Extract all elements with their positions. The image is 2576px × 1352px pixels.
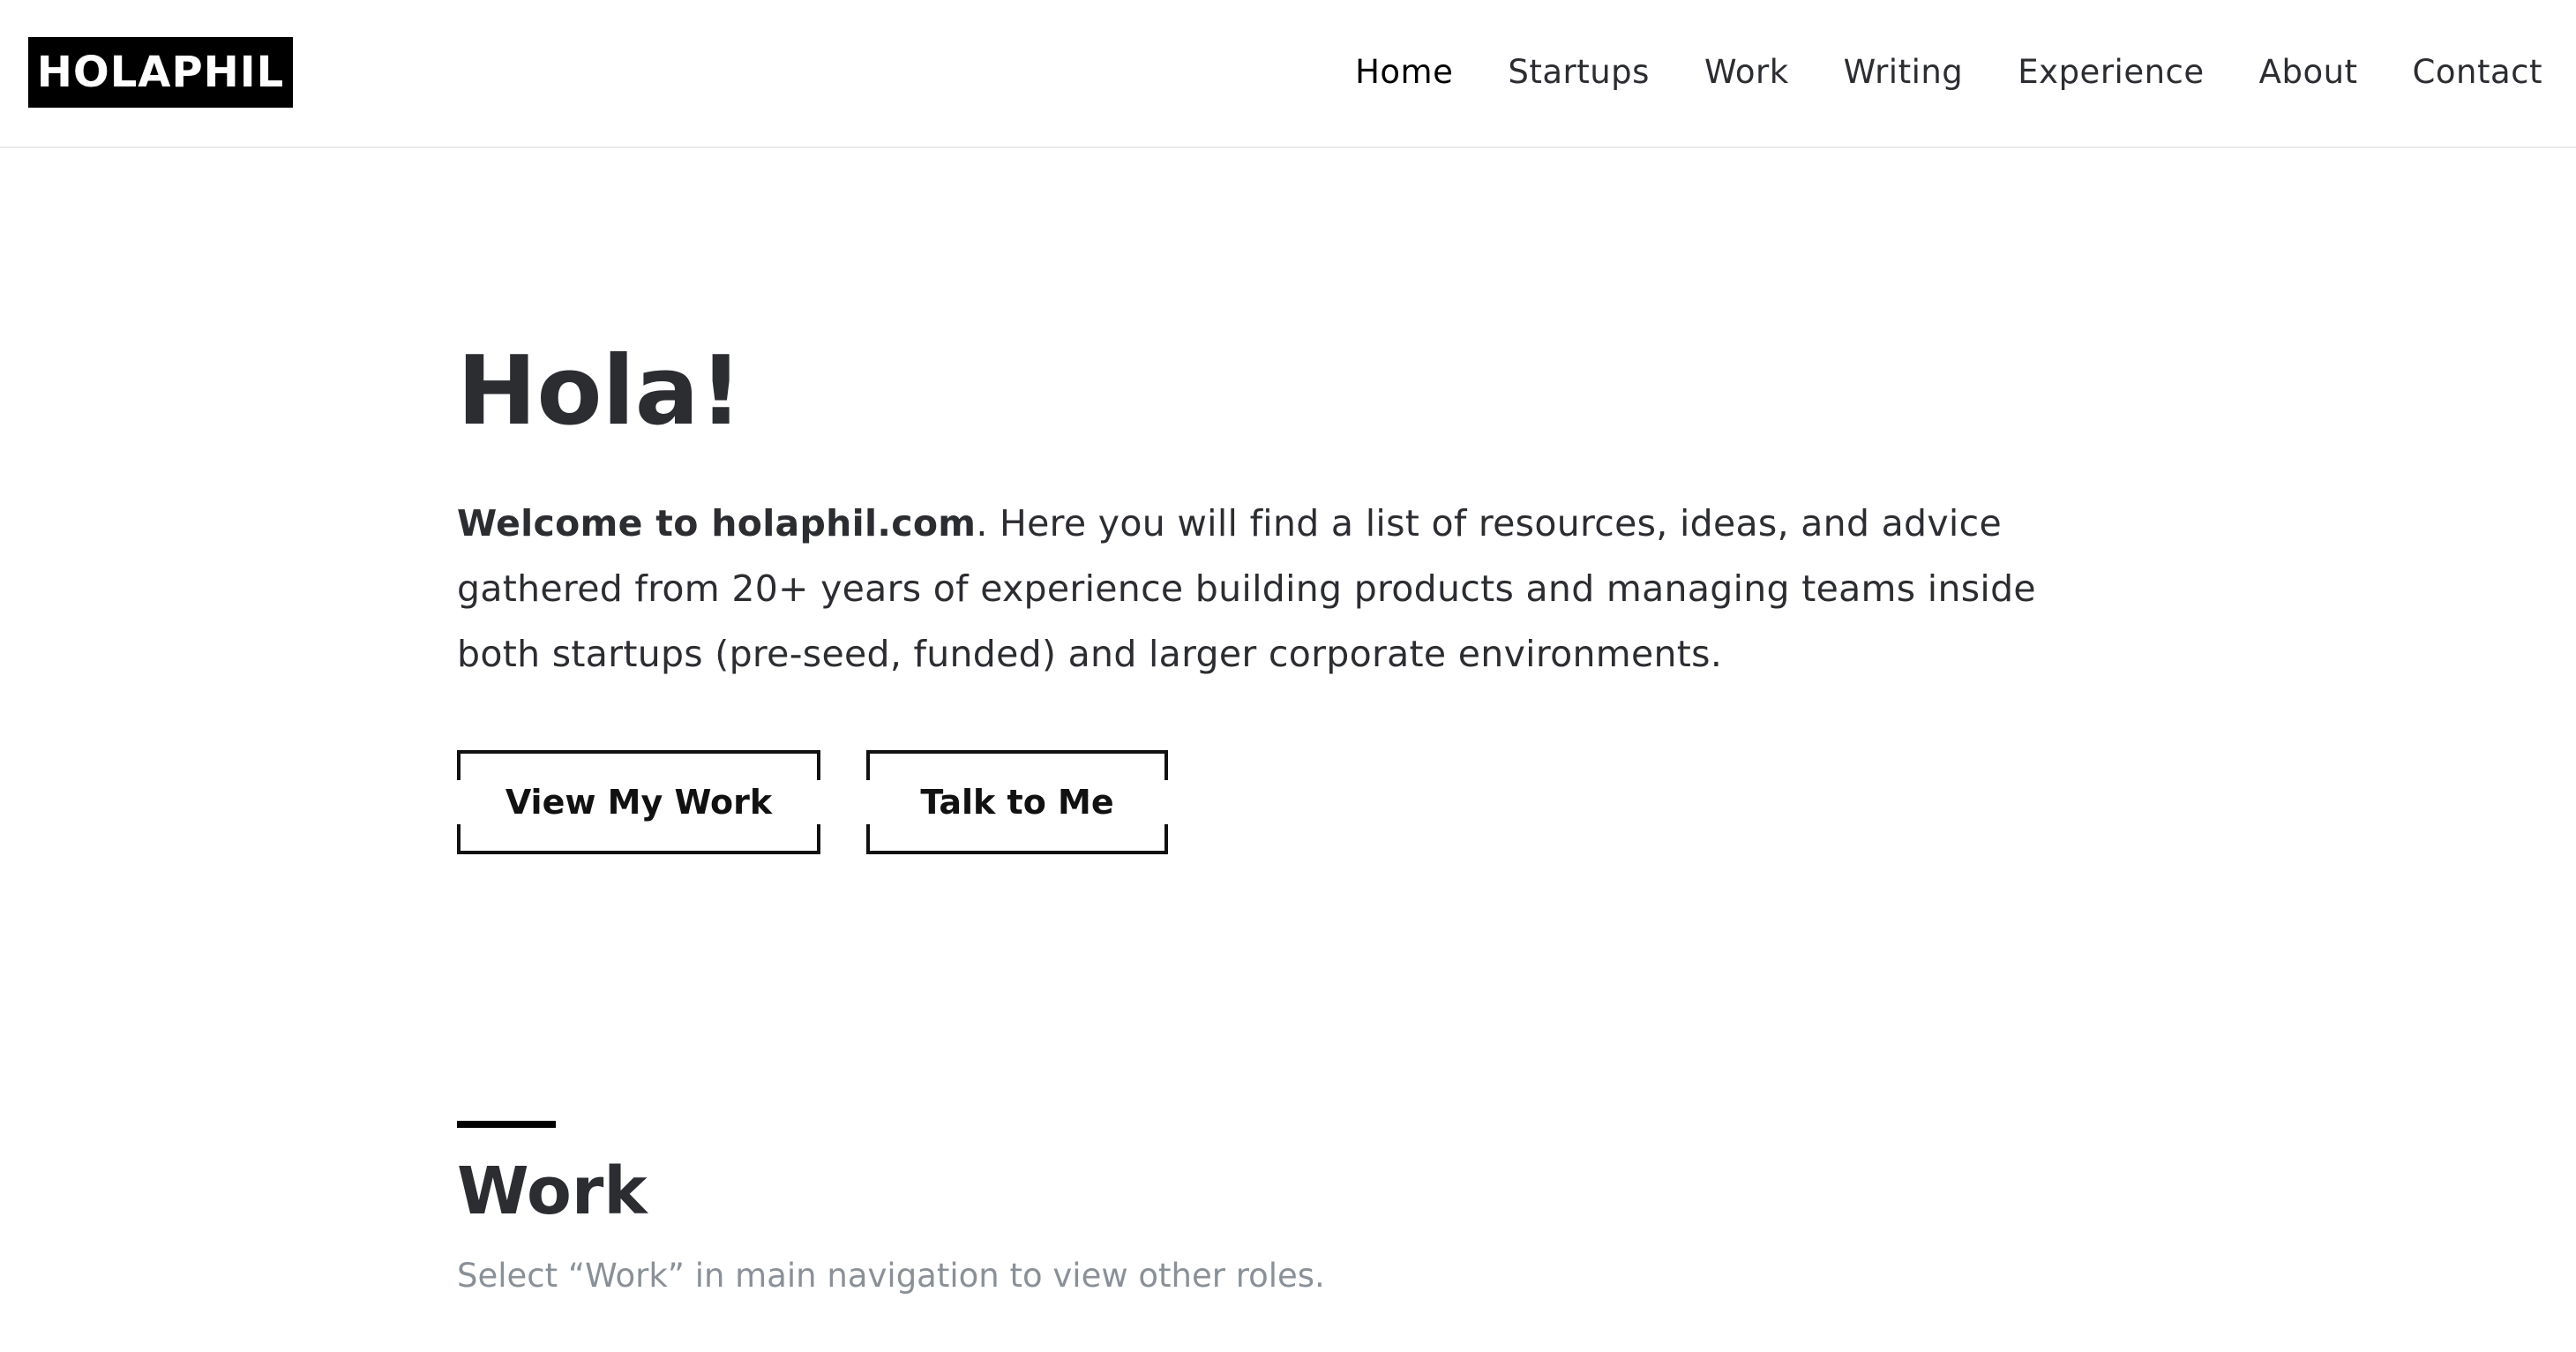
nav-link-home[interactable]: Home xyxy=(1355,49,1453,95)
talk-to-me-button[interactable]: Talk to Me xyxy=(866,750,1168,854)
intro-emphasis: Welcome to holaphil.com xyxy=(457,502,977,545)
nav-link-experience[interactable]: Experience xyxy=(2018,49,2204,95)
hero-title: Hola! xyxy=(457,336,743,447)
view-my-work-button[interactable]: View My Work xyxy=(457,750,820,854)
intro-paragraph: Welcome to holaphil.com. Here you will f… xyxy=(457,491,2107,687)
main-navigation: Home Startups Work Writing Experience Ab… xyxy=(1355,49,2542,95)
nav-link-work[interactable]: Work xyxy=(1704,49,1789,95)
site-header: HOLAPHIL Home Startups Work Writing Expe… xyxy=(0,0,2576,148)
work-section-title: Work xyxy=(457,1153,648,1229)
section-divider xyxy=(457,1121,556,1128)
nav-link-writing[interactable]: Writing xyxy=(1844,49,1964,95)
work-section-subtitle: Select “Work” in main navigation to view… xyxy=(457,1257,1325,1295)
nav-link-contact[interactable]: Contact xyxy=(2413,49,2542,95)
nav-link-startups[interactable]: Startups xyxy=(1508,49,1650,95)
hero-buttons: View My Work Talk to Me xyxy=(457,750,1168,854)
logo-text: HOLAPHIL xyxy=(36,48,285,97)
nav-link-about[interactable]: About xyxy=(2259,49,2358,95)
site-logo[interactable]: HOLAPHIL xyxy=(28,37,293,108)
